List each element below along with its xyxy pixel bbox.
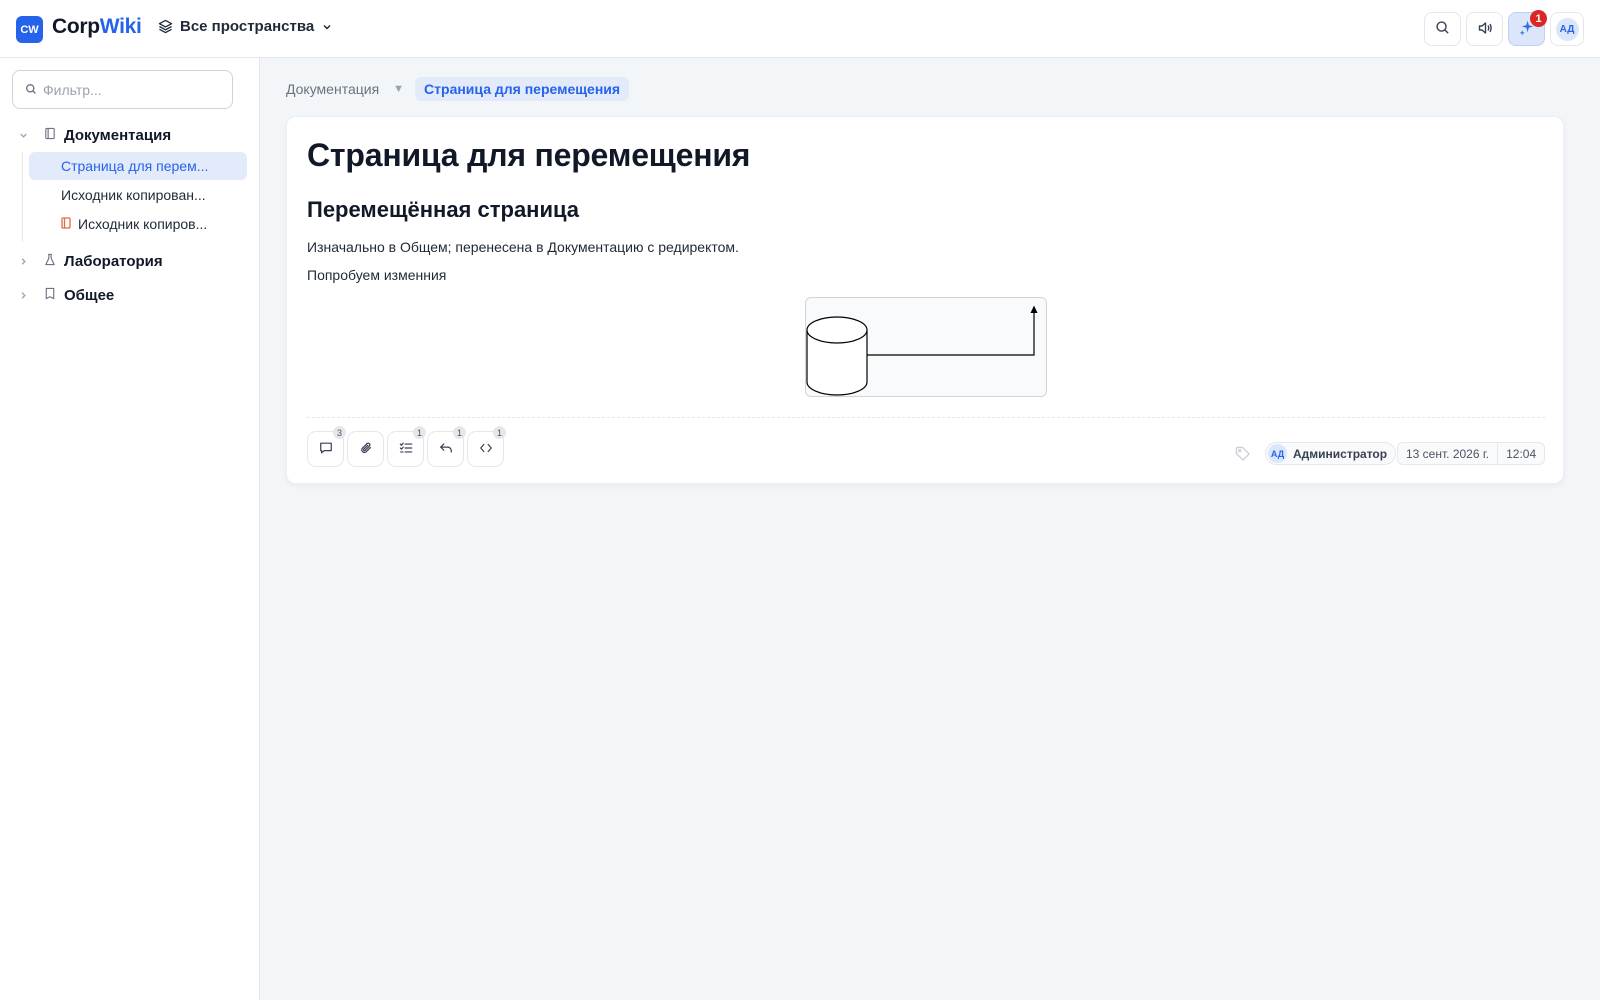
sidebar-space-laboratory[interactable]: Лаборатория: [16, 247, 246, 275]
paperclip-icon: [359, 441, 373, 458]
diagram-embed[interactable]: [805, 297, 1047, 397]
search-icon: [1435, 20, 1450, 38]
chevron-down-icon[interactable]: [16, 130, 30, 141]
top-bar: CW CorpWiki Все пространства 1 АД: [0, 0, 1600, 58]
announcements-button[interactable]: [1466, 12, 1503, 46]
footer-divider: [307, 417, 1545, 418]
spaces-label: Все пространства: [180, 18, 315, 35]
filter-input[interactable]: [43, 81, 213, 98]
tree-guide-line: [22, 152, 23, 242]
chevron-down-icon: [321, 21, 333, 33]
layers-icon: [158, 19, 173, 34]
author-name: Администратор: [1293, 446, 1388, 461]
sidebar-page-label: Страница для перем...: [61, 158, 209, 174]
page-card: Страница для перемещения Перемещённая ст…: [286, 116, 1564, 484]
sidebar-space-label: Документация: [64, 126, 172, 144]
sidebar-space-label: Лаборатория: [64, 252, 163, 270]
checklist-icon: [399, 441, 413, 458]
page-paragraph: Попробуем изменния: [307, 267, 447, 283]
sidebar-page-label: Исходник копирован...: [61, 187, 206, 203]
page-paragraph: Изначально в Общем; перенесена в Докумен…: [307, 239, 739, 255]
search-icon: [25, 82, 37, 98]
author-avatar: АД: [1268, 444, 1287, 463]
search-button[interactable]: [1424, 12, 1461, 46]
tasks-count: 1: [413, 426, 426, 439]
code-icon: [479, 441, 493, 458]
history-button[interactable]: 1: [427, 426, 466, 467]
breadcrumb-space[interactable]: Документация: [286, 81, 379, 97]
notification-badge: 1: [1530, 10, 1547, 27]
page-copy-icon: [61, 216, 71, 232]
breadcrumb: Документация ▼ Страница для перемещения: [286, 76, 630, 102]
chevron-right-icon[interactable]: [16, 290, 30, 301]
sidebar-page-label: Исходник копиров...: [78, 216, 208, 232]
logo-badge[interactable]: CW: [16, 16, 43, 43]
comment-icon: [319, 441, 333, 458]
speaker-icon: [1477, 20, 1493, 39]
embeds-count: 1: [493, 426, 506, 439]
page-heading: Перемещённая страница: [307, 197, 580, 222]
modified-datetime: 13 сент. 2026 г. 12:04: [1397, 442, 1546, 465]
logo-text-corp: Corp: [52, 15, 100, 38]
history-count: 1: [453, 426, 466, 439]
sidebar: Документация Страница для перем... Исход…: [0, 58, 260, 1000]
tags-button[interactable]: [1229, 442, 1255, 468]
caret-down-icon[interactable]: ▼: [393, 83, 404, 95]
author-chip[interactable]: АД Администратор: [1265, 442, 1397, 465]
sidebar-space-documentation[interactable]: Документация: [16, 121, 246, 149]
modified-date: 13 сент. 2026 г.: [1406, 446, 1490, 461]
spaces-dropdown[interactable]: Все пространства: [158, 18, 333, 35]
attachments-button[interactable]: [347, 431, 384, 467]
comments-button[interactable]: 3: [307, 426, 346, 467]
modified-time: 12:04: [1497, 443, 1544, 464]
book-icon: [44, 127, 56, 143]
breadcrumb-current-page[interactable]: Страница для перемещения: [415, 77, 630, 101]
sidebar-page-copy-source[interactable]: Исходник копирован...: [29, 181, 247, 209]
comments-count: 3: [333, 426, 346, 439]
sidebar-space-general[interactable]: Общее: [16, 281, 246, 309]
user-menu-button[interactable]: АД: [1550, 12, 1584, 46]
user-avatar: АД: [1555, 17, 1579, 41]
app-logo[interactable]: CorpWiki: [52, 15, 142, 39]
undo-icon: [439, 441, 453, 458]
tasks-button[interactable]: 1: [387, 426, 426, 467]
sidebar-space-label: Общее: [64, 286, 115, 304]
sidebar-page-move[interactable]: Страница для перем...: [29, 152, 247, 180]
embed-code-button[interactable]: 1: [467, 426, 506, 467]
tag-icon: [1235, 446, 1250, 464]
logo-text-wiki: Wiki: [99, 15, 142, 38]
notebook-icon: [44, 287, 56, 303]
chevron-right-icon[interactable]: [16, 256, 30, 267]
filter-field[interactable]: [12, 70, 233, 109]
ai-assistant-button[interactable]: 1: [1508, 10, 1547, 46]
sidebar-page-copy-source-2[interactable]: Исходник копиров...: [29, 210, 247, 238]
diagram-drawing: [806, 305, 1038, 396]
page-title: Страница для перемещения: [307, 137, 751, 173]
flask-icon: [44, 253, 56, 269]
